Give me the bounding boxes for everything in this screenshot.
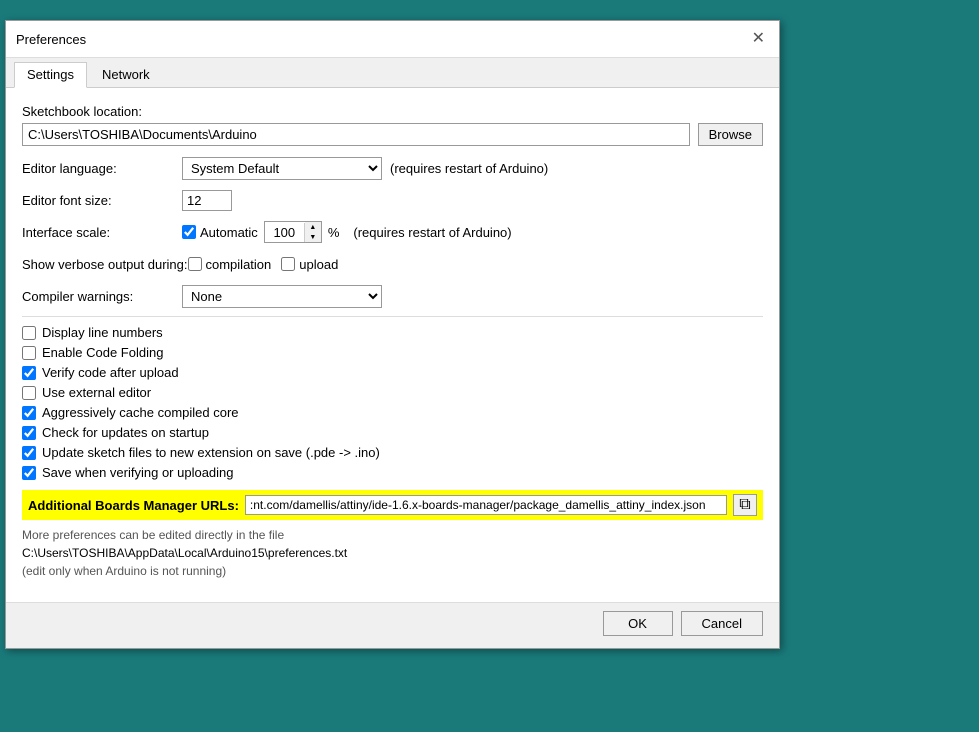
compiler-warnings-label: Compiler warnings: <box>22 289 182 304</box>
divider <box>22 316 763 317</box>
boards-url-section: Additional Boards Manager URLs: ⧉ <box>22 490 763 520</box>
update-sketch-label: Update sketch files to new extension on … <box>42 445 380 460</box>
interface-scale-auto-checkbox[interactable] <box>182 225 196 239</box>
scale-down-button[interactable]: ▼ <box>305 232 321 242</box>
verbose-upload-checkbox[interactable] <box>281 257 295 271</box>
verify-code-label: Verify code after upload <box>42 365 179 380</box>
editor-language-note: (requires restart of Arduino) <box>390 161 548 176</box>
editor-language-select[interactable]: System Default <box>182 157 382 180</box>
settings-content: Sketchbook location: Browse Editor langu… <box>6 88 779 602</box>
check-updates-row: Check for updates on startup <box>22 425 763 440</box>
sketchbook-input[interactable] <box>22 123 690 146</box>
verbose-compilation-checkbox[interactable] <box>188 257 202 271</box>
enable-code-folding-label: Enable Code Folding <box>42 345 163 360</box>
use-external-editor-row: Use external editor <box>22 385 763 400</box>
tabs-bar: Settings Network <box>6 58 779 88</box>
verify-code-checkbox[interactable] <box>22 366 36 380</box>
prefs-path: C:\Users\TOSHIBA\AppData\Local\Arduino15… <box>22 546 763 560</box>
check-updates-checkbox[interactable] <box>22 426 36 440</box>
display-line-numbers-label: Display line numbers <box>42 325 163 340</box>
verbose-label: Show verbose output during: <box>22 257 188 272</box>
ok-button[interactable]: OK <box>603 611 673 636</box>
save-when-verifying-label: Save when verifying or uploading <box>42 465 234 480</box>
use-external-editor-checkbox[interactable] <box>22 386 36 400</box>
close-button[interactable]: ✕ <box>748 29 769 49</box>
title-bar: Preferences ✕ <box>6 21 779 58</box>
use-external-editor-label: Use external editor <box>42 385 151 400</box>
boards-url-label: Additional Boards Manager URLs: <box>28 498 239 513</box>
aggressively-cache-checkbox[interactable] <box>22 406 36 420</box>
interface-scale-row: Interface scale: Automatic ▲ ▼ % (requir… <box>22 220 763 244</box>
interface-scale-input[interactable] <box>265 223 305 242</box>
footer: OK Cancel <box>6 602 779 648</box>
more-prefs-text: More preferences can be edited directly … <box>22 528 763 542</box>
boards-url-edit-button[interactable]: ⧉ <box>733 494 757 516</box>
sketchbook-label: Sketchbook location: <box>22 104 763 119</box>
interface-scale-auto-label[interactable]: Automatic <box>182 225 258 240</box>
preferences-dialog: Preferences ✕ Settings Network Sketchboo… <box>5 20 780 649</box>
boards-url-input[interactable] <box>245 495 727 515</box>
edit-note: (edit only when Arduino is not running) <box>22 564 763 578</box>
display-line-numbers-checkbox[interactable] <box>22 326 36 340</box>
tab-network[interactable]: Network <box>89 62 163 87</box>
sketchbook-row: Browse <box>22 123 763 146</box>
update-sketch-checkbox[interactable] <box>22 446 36 460</box>
tab-settings[interactable]: Settings <box>14 62 87 88</box>
editor-font-size-label: Editor font size: <box>22 193 182 208</box>
check-updates-label: Check for updates on startup <box>42 425 209 440</box>
verbose-upload-label[interactable]: upload <box>281 257 338 272</box>
verbose-compilation-label[interactable]: compilation <box>188 257 272 272</box>
aggressively-cache-label: Aggressively cache compiled core <box>42 405 239 420</box>
copy-icon: ⧉ <box>739 496 750 514</box>
compiler-warnings-row: Compiler warnings: None Default More All <box>22 284 763 308</box>
enable-code-folding-row: Enable Code Folding <box>22 345 763 360</box>
update-sketch-row: Update sketch files to new extension on … <box>22 445 763 460</box>
enable-code-folding-checkbox[interactable] <box>22 346 36 360</box>
percent-symbol: % <box>328 225 340 240</box>
save-when-verifying-row: Save when verifying or uploading <box>22 465 763 480</box>
compiler-warnings-select[interactable]: None Default More All <box>182 285 382 308</box>
browse-button[interactable]: Browse <box>698 123 763 146</box>
aggressively-cache-row: Aggressively cache compiled core <box>22 405 763 420</box>
scale-up-button[interactable]: ▲ <box>305 222 321 232</box>
editor-language-row: Editor language: System Default (require… <box>22 156 763 180</box>
editor-font-size-input[interactable] <box>182 190 232 211</box>
sketchbook-section: Sketchbook location: Browse <box>22 104 763 146</box>
interface-scale-note: (requires restart of Arduino) <box>353 225 511 240</box>
cancel-button[interactable]: Cancel <box>681 611 763 636</box>
display-line-numbers-row: Display line numbers <box>22 325 763 340</box>
editor-language-label: Editor language: <box>22 161 182 176</box>
save-when-verifying-checkbox[interactable] <box>22 466 36 480</box>
verify-code-row: Verify code after upload <box>22 365 763 380</box>
editor-font-size-row: Editor font size: <box>22 188 763 212</box>
interface-scale-label: Interface scale: <box>22 225 182 240</box>
dialog-title: Preferences <box>16 32 86 47</box>
verbose-row: Show verbose output during: compilation … <box>22 252 763 276</box>
